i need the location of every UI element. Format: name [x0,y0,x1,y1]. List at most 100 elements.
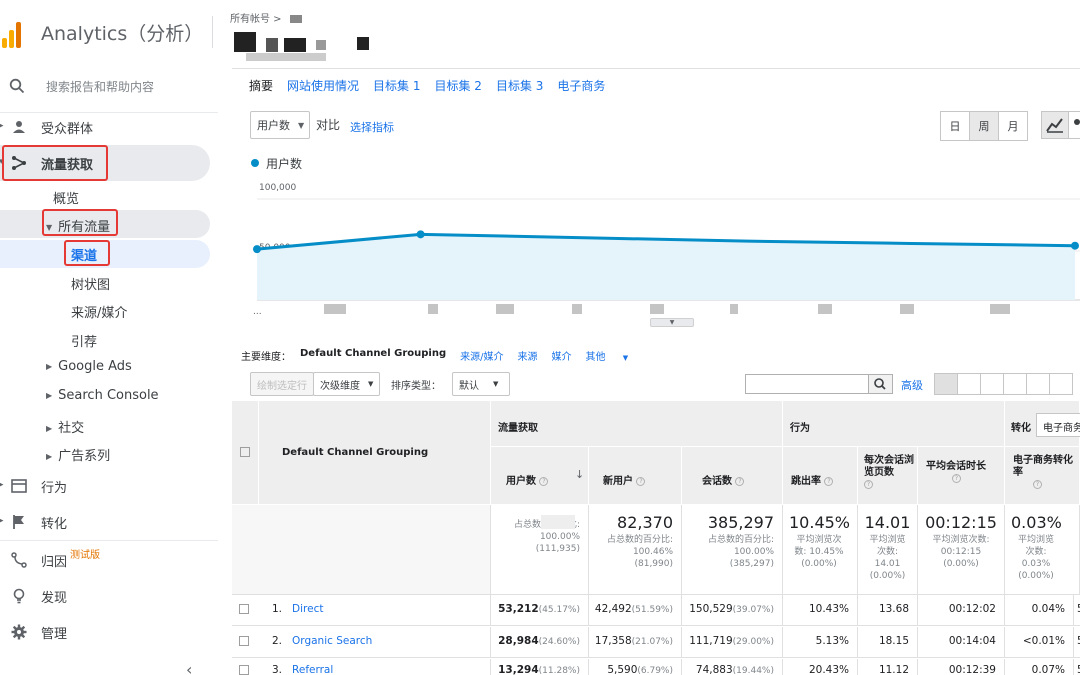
sidebar-item-label: 归因 [41,554,68,570]
pie-view-icon[interactable] [957,373,981,395]
sort-type-label: 排序类型： [391,381,441,392]
search-icon[interactable] [868,374,893,394]
period-week-button[interactable]: 周 [969,111,999,141]
column-header-ecommerce-conversion[interactable]: 电子商务转化率? [1013,455,1073,491]
chevron-down-icon: ▼ [622,354,629,362]
secondary-dimension-select[interactable]: 次级维度 ▼ [313,372,381,396]
data-table: Default Channel Grouping 流量获取 行为 转化 电子商务… [232,401,1080,675]
obscured-x-label [990,304,1010,314]
performance-view-icon[interactable] [980,373,1004,395]
pivot-view-icon[interactable] [1049,373,1073,395]
report-tabs: 摘要 网站使用情况 目标集 1 目标集 2 目标集 3 电子商务 [249,77,619,94]
analytics-app: Analytics（分析） 搜索报告和帮助内容 ▸ 受众群体 ▾ 流量获取 概览 [0,0,1080,675]
column-header-bounce-rate[interactable]: 跳出率 ? [791,472,834,487]
caret-right-icon: ▶ [46,424,53,433]
primary-dimension-label: 主要维度： [241,352,291,363]
tab-ecommerce[interactable]: 电子商务 [557,77,605,94]
table-filter-input[interactable] [745,374,869,394]
compare-label: 对比 [316,118,341,132]
metric-select[interactable]: 用户数 ▼ [250,111,310,139]
sidebar-item-audience[interactable]: ▸ 受众群体 [0,115,218,139]
table-row[interactable]: 3. Referral 13,294(11.28%) 5,590(6.79%) … [232,659,1080,675]
chart-legend: 用户数 [251,155,302,172]
table-view-icon[interactable] [934,373,958,395]
sidebar-item-behavior[interactable]: ▸ 行为 [0,474,218,498]
beta-badge: 测试版 [70,550,100,561]
dimension-medium[interactable]: 媒介 [552,348,572,363]
sidebar-item-discover[interactable]: 发现 [0,584,218,608]
motion-chart-icon[interactable] [1068,111,1080,139]
dimension-other[interactable]: 其他 ▼ [586,348,643,363]
dimension-column-header[interactable]: Default Channel Grouping [282,447,428,458]
sidebar-item-attribution[interactable]: 归因 测试版 [0,548,218,572]
column-header-new-users[interactable]: 新用户 ? [603,472,646,487]
dimension-source[interactable]: 来源 [518,348,538,363]
table-row[interactable]: 2. Organic Search 28,984(24.60%) 17,358(… [232,627,1080,658]
highlight-box [2,145,108,181]
row-checkbox[interactable] [239,636,249,646]
plot-rows-button[interactable]: 绘制选定行 [250,372,314,396]
sidebar-item-referrals[interactable]: 引荐 [71,331,97,350]
tab-goal-set-3[interactable]: 目标集 3 [496,77,543,94]
flag-icon [13,515,24,529]
highlight-box [64,240,110,266]
sort-arrow-icon[interactable]: ↓ [575,468,584,481]
sidebar-item-conversions[interactable]: ▸ 转化 [0,510,218,534]
choose-metric-link[interactable]: 选择指标 [350,119,394,135]
tab-goal-set-1[interactable]: 目标集 1 [373,77,420,94]
dimension-source-medium[interactable]: 来源/媒介 [460,348,503,363]
sidebar-item-source-medium[interactable]: 来源/媒介 [71,302,127,321]
total-pages-per-session: 14.01 平均浏览 次数: 14.01 (0.00%) [858,505,918,595]
data-point[interactable] [416,230,425,239]
row-checkbox[interactable] [239,665,249,675]
gear-icon [11,624,27,640]
caret-right-icon: ▶ [46,391,53,400]
sidebar-item-overview[interactable]: 概览 [53,188,79,207]
attribution-icon [11,552,27,568]
select-all-checkbox[interactable] [240,447,250,457]
tab-summary[interactable]: 摘要 [249,77,273,94]
comparison-view-icon[interactable] [1003,373,1027,395]
period-day-button[interactable]: 日 [940,111,970,141]
conversion-group-header: 转化 [1011,423,1031,434]
sidebar-item-campaigns[interactable]: ▶ 广告系列 [46,445,110,464]
channel-link-direct[interactable]: Direct [292,603,323,615]
period-month-button[interactable]: 月 [998,111,1028,141]
sidebar-item-google-ads[interactable]: ▶ Google Ads [46,359,132,374]
sidebar-item-search-console[interactable]: ▶ Search Console [46,388,159,403]
tab-goal-set-2[interactable]: 目标集 2 [434,77,481,94]
total-new-users: 82,370 占总数的百分比: 100.46% (81,990) [589,505,682,595]
column-header-pages-per-session[interactable]: 每次会话浏览页数? [864,455,914,491]
table-row[interactable]: 1. Direct 53,212(45.17%) 42,492(51.59%) … [232,595,1080,626]
period-switch: 日 周 月 [940,111,1028,141]
x-tick-label: ... [253,307,262,317]
sidebar-item-treemap[interactable]: 树状图 [71,274,110,293]
conversion-select[interactable]: 电子商务 [1036,413,1080,437]
line-chart-icon[interactable] [1041,111,1069,139]
sort-type-select[interactable]: 默认 ▼ [452,372,510,396]
sidebar-item-admin[interactable]: 管理 [0,620,218,644]
search-input[interactable]: 搜索报告和帮助内容 [46,78,154,95]
obscured-x-label [324,304,346,314]
column-header-users[interactable]: 用户数 ? [506,472,549,487]
column-header-sessions[interactable]: 会话数 ? [702,472,745,487]
channel-link-referral[interactable]: Referral [292,664,333,675]
column-header-avg-duration[interactable]: 平均会话时长? [926,461,1001,485]
data-point[interactable] [253,245,261,254]
sidebar-item-social[interactable]: ▶ 社交 [46,417,84,436]
app-title: Analytics（分析） [41,23,204,45]
row-checkbox[interactable] [239,604,249,614]
tab-site-usage[interactable]: 网站使用情况 [287,77,359,94]
term-cloud-view-icon[interactable] [1026,373,1050,395]
advanced-filter-link[interactable]: 高级 [901,377,923,393]
collapse-sidebar-icon[interactable]: ‹ [186,660,192,675]
search-icon[interactable] [9,78,25,94]
sidebar-item-label: 转化 [41,516,68,532]
channel-link-organic-search[interactable]: Organic Search [292,635,372,647]
data-point[interactable] [1071,241,1079,250]
dimension-default-channel[interactable]: Default Channel Grouping [300,348,446,363]
breadcrumb[interactable]: 所有帐号 > [230,10,282,25]
obscured-x-label [650,304,664,314]
chart-resize-handle[interactable]: ▼ [650,318,694,327]
sidebar: Analytics（分析） 搜索报告和帮助内容 ▸ 受众群体 ▾ 流量获取 概览 [0,0,222,675]
